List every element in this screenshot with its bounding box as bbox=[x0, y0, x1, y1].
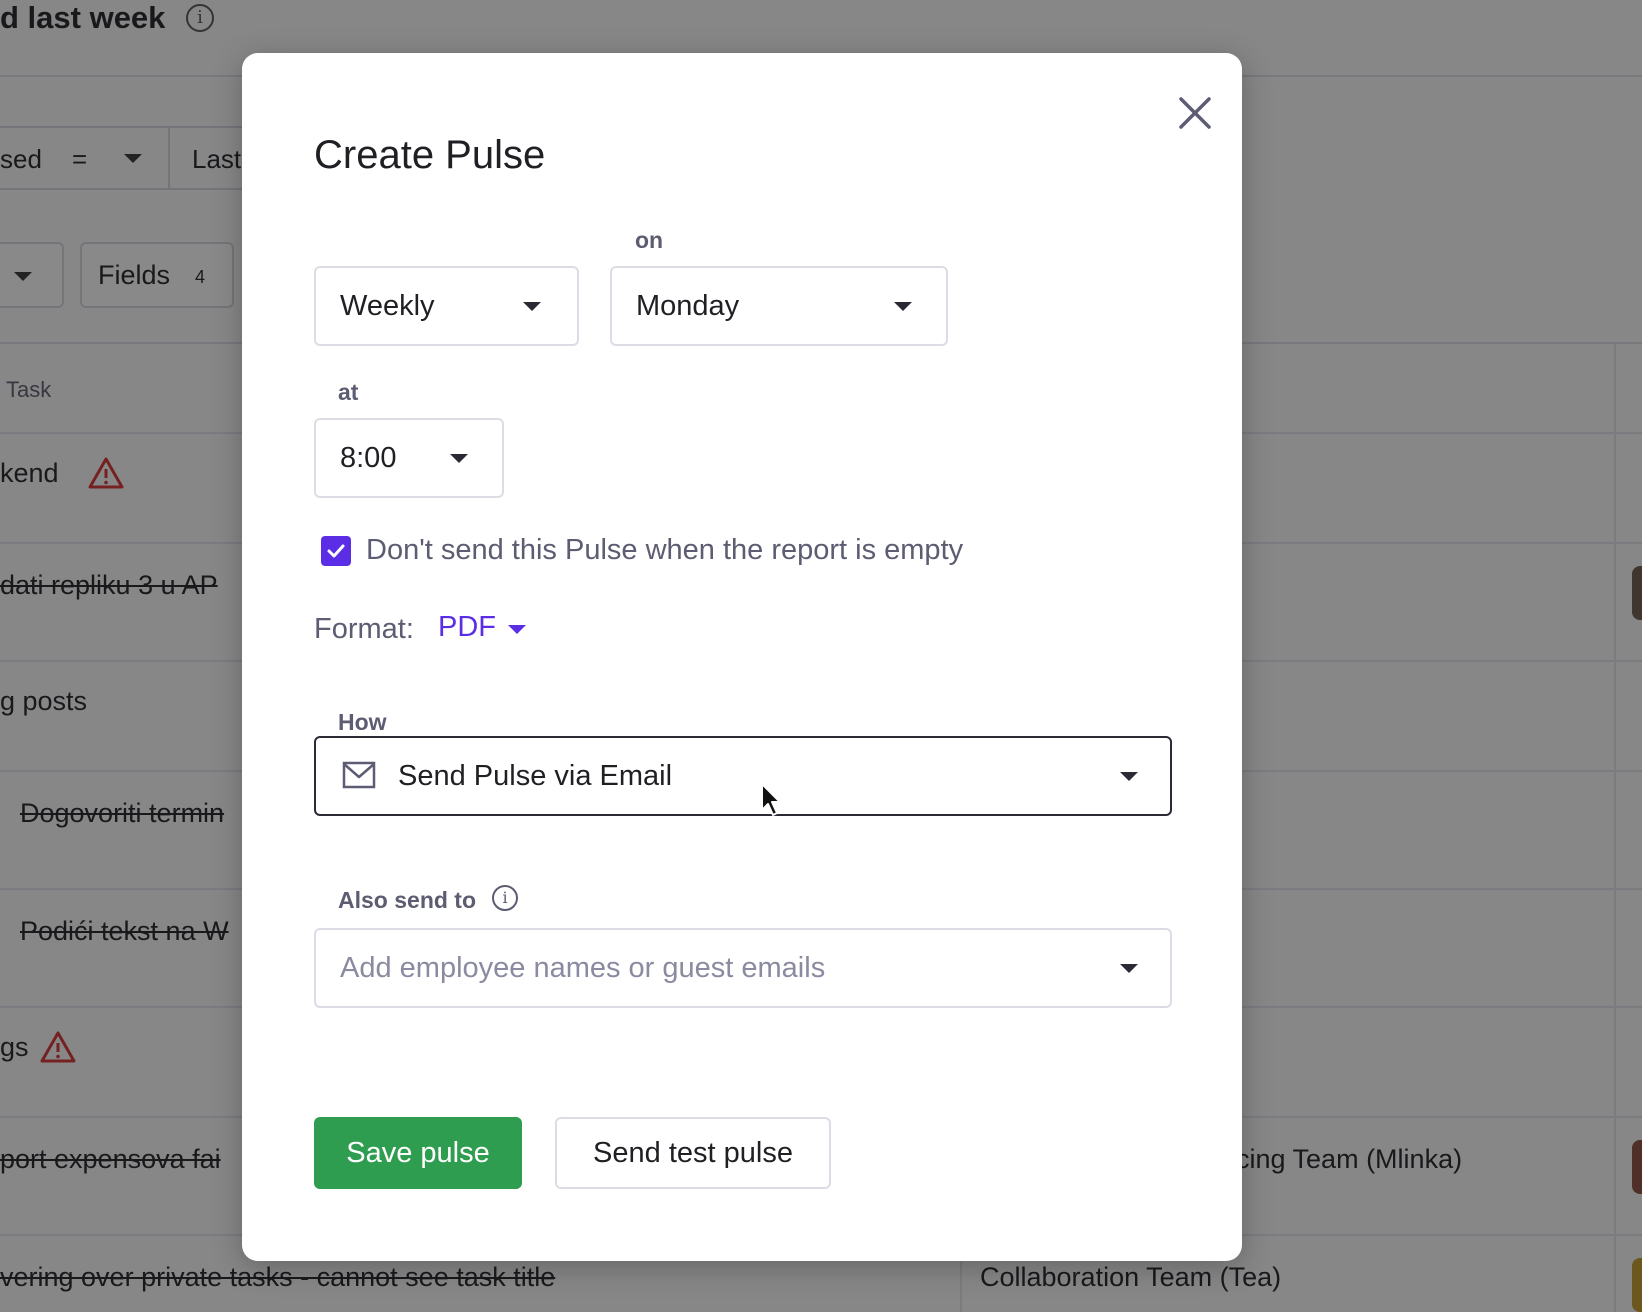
recipients-select[interactable]: Add employee names or guest emails bbox=[314, 928, 1172, 1008]
recipients-placeholder: Add employee names or guest emails bbox=[340, 952, 826, 984]
chevron-down-icon bbox=[894, 302, 912, 311]
delivery-method-value: Send Pulse via Email bbox=[398, 760, 673, 792]
day-select[interactable]: Monday bbox=[610, 266, 948, 346]
save-pulse-button[interactable]: Save pulse bbox=[314, 1117, 522, 1189]
mouse-cursor-icon bbox=[761, 783, 781, 816]
info-icon[interactable]: i bbox=[492, 885, 518, 911]
time-value: 8:00 bbox=[340, 442, 397, 474]
close-icon bbox=[1179, 97, 1211, 129]
chevron-down-icon bbox=[508, 625, 526, 634]
chevron-down-icon bbox=[523, 302, 541, 311]
send-test-pulse-button[interactable]: Send test pulse bbox=[555, 1117, 831, 1189]
time-select[interactable]: 8:00 bbox=[314, 418, 504, 498]
skip-empty-checkbox[interactable] bbox=[321, 536, 351, 566]
chevron-down-icon bbox=[450, 454, 468, 463]
checkmark-icon bbox=[327, 544, 345, 558]
day-label: on bbox=[635, 227, 664, 253]
close-button[interactable] bbox=[1167, 85, 1223, 141]
create-pulse-dialog: Create Pulse Weekly on Monday at 8:00 Do… bbox=[242, 53, 1242, 1261]
frequency-select[interactable]: Weekly bbox=[314, 266, 579, 346]
format-dropdown[interactable]: PDF bbox=[438, 611, 526, 651]
dialog-title: Create Pulse bbox=[314, 133, 546, 177]
time-label: at bbox=[338, 379, 359, 405]
mail-icon bbox=[342, 761, 376, 789]
skip-empty-label[interactable]: Don't send this Pulse when the report is… bbox=[366, 534, 963, 567]
frequency-value: Weekly bbox=[340, 290, 435, 322]
format-label: Format: bbox=[314, 613, 414, 645]
chevron-down-icon bbox=[1120, 772, 1138, 781]
how-label: How bbox=[338, 709, 387, 735]
also-send-to-label: Also send to bbox=[338, 887, 477, 913]
delivery-method-select[interactable]: Send Pulse via Email bbox=[314, 736, 1172, 816]
chevron-down-icon bbox=[1120, 964, 1138, 973]
day-value: Monday bbox=[636, 290, 740, 322]
format-value: PDF bbox=[438, 611, 496, 643]
